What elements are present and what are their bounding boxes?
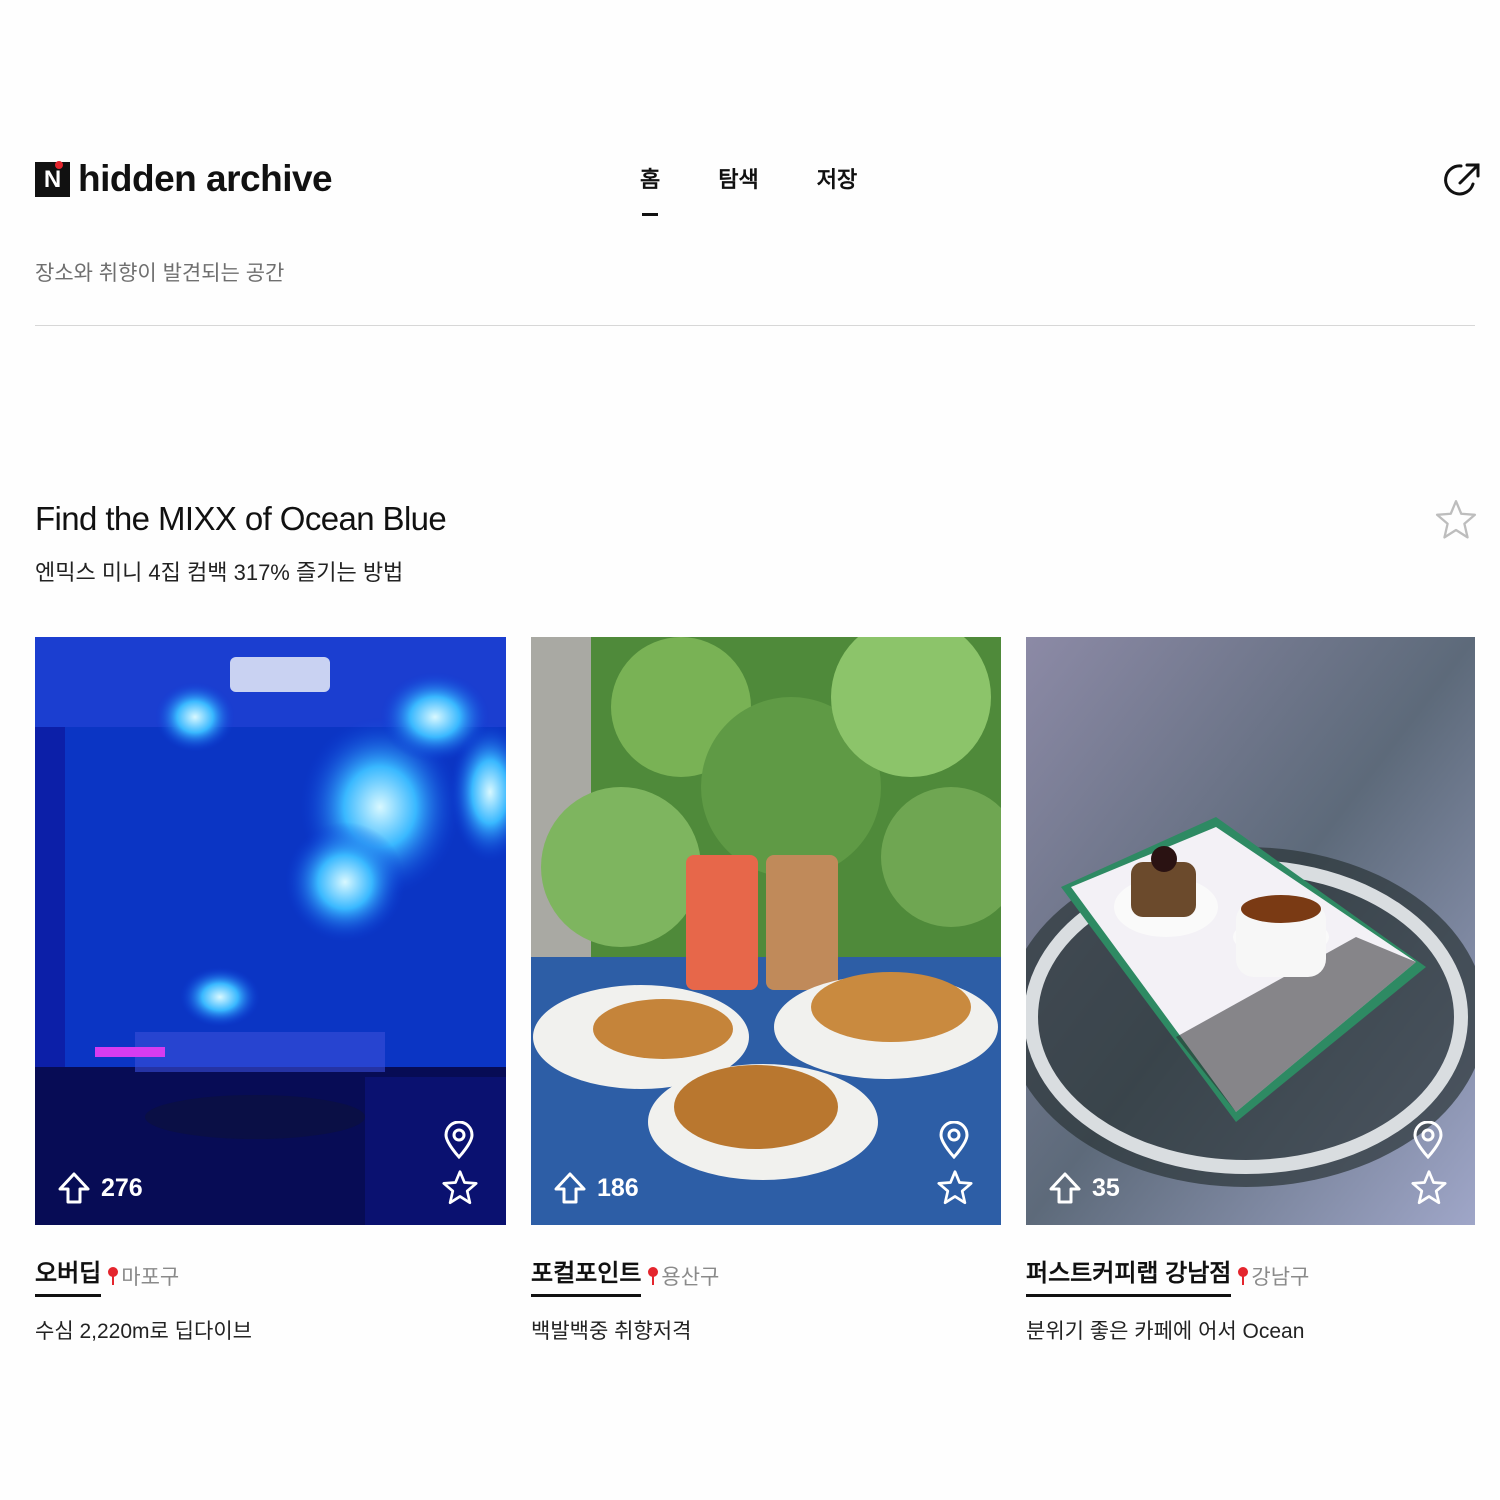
card-title-row: 퍼스트커피랩 강남점 강남구 — [1026, 1253, 1475, 1297]
upvote-arrow-icon — [58, 1172, 90, 1204]
upvote-button[interactable]: 276 — [57, 1171, 143, 1205]
star-icon[interactable] — [937, 1169, 973, 1205]
card-title-row: 오버딥 마포구 — [35, 1253, 506, 1297]
place-name[interactable]: 포컬포인트 — [531, 1253, 642, 1297]
map-pin-icon[interactable] — [442, 1121, 476, 1159]
location-pin-icon — [1238, 1267, 1249, 1285]
location-pin-icon — [648, 1267, 659, 1285]
map-pin-icon[interactable] — [1411, 1121, 1445, 1159]
place-photo[interactable]: 186 — [531, 637, 1001, 1225]
place-card[interactable]: 35 퍼스트커피랩 강남점 강남구 분위기 좋은 카페에 어서 Ocean — [1026, 637, 1475, 1345]
place-location: 강남구 — [1237, 1261, 1309, 1297]
upvote-arrow-icon — [1049, 1172, 1081, 1204]
page-tagline: 장소와 취향이 발견되는 공간 — [35, 262, 285, 285]
aquarium-photo — [35, 637, 506, 1225]
section-title: Find the MIXX of Ocean Blue — [35, 500, 447, 537]
brand-badge: N — [35, 161, 70, 197]
place-card[interactable]: 186 포컬포인트 용산구 백발백중 취향저격 — [531, 637, 1001, 1345]
place-description: 백발백중 취향저격 — [531, 1320, 692, 1343]
upvote-count: 276 — [101, 1173, 143, 1202]
pastry-photo — [531, 637, 1001, 1225]
place-district: 마포구 — [121, 1266, 180, 1289]
brand-logo[interactable]: N hidden archive — [35, 158, 333, 200]
section-subtitle: 엔믹스 미니 4집 컴백 317% 즐기는 방법 — [35, 560, 404, 585]
place-photo[interactable]: 35 — [1026, 637, 1475, 1225]
location-pin-icon — [108, 1267, 119, 1285]
nav-explore[interactable]: 탐색 — [718, 162, 758, 200]
star-icon[interactable] — [1411, 1169, 1447, 1205]
place-description: 수심 2,220m로 딥다이브 — [35, 1320, 252, 1343]
place-name[interactable]: 오버딥 — [35, 1253, 102, 1297]
place-district: 강남구 — [1251, 1266, 1310, 1289]
share-icon[interactable] — [1443, 160, 1483, 200]
cafe-photo — [1026, 637, 1475, 1225]
place-photo[interactable]: 276 — [35, 637, 506, 1225]
brand-dot — [55, 161, 63, 169]
upvote-count: 186 — [597, 1173, 639, 1202]
card-title-row: 포컬포인트 용산구 — [531, 1253, 1001, 1297]
place-district: 용산구 — [661, 1266, 720, 1289]
upvote-button[interactable]: 186 — [553, 1171, 639, 1205]
brand-name: hidden archive — [78, 158, 333, 199]
upvote-button[interactable]: 35 — [1048, 1171, 1120, 1205]
place-description: 분위기 좋은 카페에 어서 Ocean — [1026, 1320, 1305, 1343]
upvote-count: 35 — [1092, 1173, 1120, 1202]
star-icon[interactable] — [442, 1169, 478, 1205]
main-nav: 홈 탐색 저장 — [640, 162, 915, 216]
place-location: 용산구 — [647, 1261, 719, 1297]
place-card[interactable]: 276 오버딥 마포구 수심 2,220m로 딥다이브 — [35, 637, 506, 1345]
upvote-arrow-icon — [554, 1172, 586, 1204]
nav-home[interactable]: 홈 — [640, 162, 660, 216]
place-name[interactable]: 퍼스트커피랩 강남점 — [1026, 1253, 1232, 1297]
map-pin-icon[interactable] — [937, 1121, 971, 1159]
nav-saved[interactable]: 저장 — [817, 162, 857, 200]
header-divider — [35, 325, 1475, 326]
place-location: 마포구 — [107, 1261, 179, 1297]
bookmark-star-icon[interactable] — [1435, 498, 1477, 540]
